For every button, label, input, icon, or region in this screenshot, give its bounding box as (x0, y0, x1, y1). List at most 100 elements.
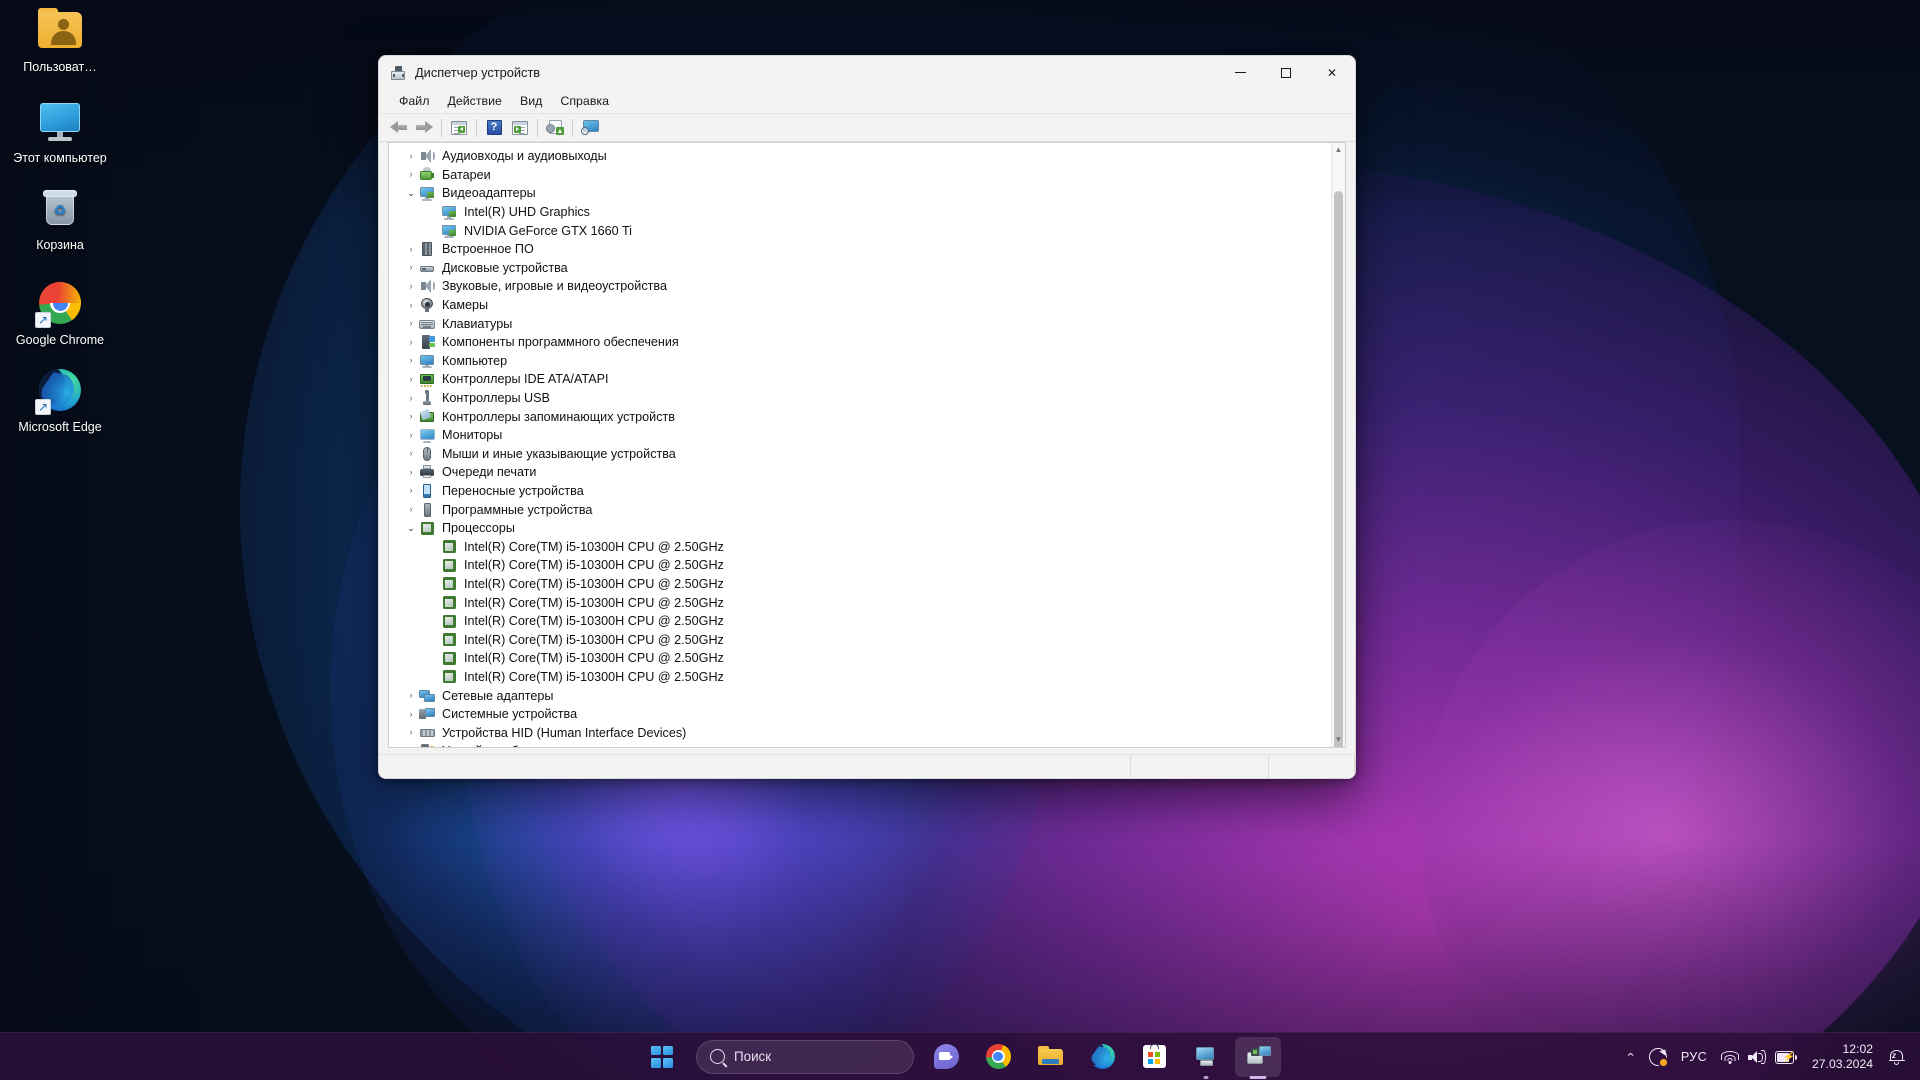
tree-node[interactable]: Intel(R) Core(TM) i5-10300H CPU @ 2.50GH… (389, 630, 1331, 649)
tree-node[interactable]: › Мониторы (389, 426, 1331, 445)
chevron-right-icon[interactable]: › (403, 374, 419, 384)
device-manager-window[interactable]: Диспетчер устройств ✕ Файл Действие Вид … (378, 55, 1356, 779)
menu-help[interactable]: Справка (551, 91, 618, 111)
taskbar-item-chrome[interactable] (975, 1037, 1021, 1077)
chevron-right-icon[interactable]: › (403, 467, 419, 477)
chevron-right-icon[interactable]: › (403, 505, 419, 514)
menu-view[interactable]: Вид (511, 91, 551, 111)
tree-node[interactable]: › Клавиатуры (389, 314, 1331, 333)
taskbar-item-control-panel[interactable] (1183, 1037, 1229, 1077)
chevron-right-icon[interactable]: › (403, 728, 419, 737)
taskbar-item-file-explorer[interactable] (1027, 1037, 1073, 1077)
tree-node[interactable]: Intel(R) Core(TM) i5-10300H CPU @ 2.50GH… (389, 612, 1331, 631)
tree-node[interactable]: Intel(R) Core(TM) i5-10300H CPU @ 2.50GH… (389, 556, 1331, 575)
chevron-right-icon[interactable]: › (403, 430, 419, 440)
tree-node[interactable]: NVIDIA GeForce GTX 1660 Ti (389, 221, 1331, 240)
taskbar-center-group: Поиск (636, 1033, 1284, 1080)
tree-node[interactable]: › Переносные устройства (389, 482, 1331, 501)
tree-node[interactable]: ›Устройства безопасности (389, 742, 1331, 747)
help-button[interactable]: ? (481, 116, 507, 140)
tree-node[interactable]: › Сетевые адаптеры (389, 686, 1331, 705)
show-hidden-button[interactable] (507, 116, 533, 140)
tree-node[interactable]: › Устройства HID (Human Interface Devices… (389, 723, 1331, 742)
tree-node[interactable]: ⌄ Процессоры (389, 519, 1331, 538)
back-button[interactable] (385, 116, 411, 140)
chevron-right-icon[interactable]: › (403, 393, 419, 403)
desktop-icon-microsoft-edge[interactable]: ↗ Microsoft Edge (12, 366, 108, 435)
chevron-right-icon[interactable]: › (403, 244, 419, 254)
tree-node[interactable]: › Контроллеры IDE ATA/ATAPI (389, 370, 1331, 389)
desktop[interactable]: Пользоват… Этот компьютер ♻ Корзина ↗ Go… (0, 0, 1920, 1080)
tree-node[interactable]: › Мыши и иные указывающие устройства (389, 445, 1331, 464)
tree-node[interactable]: › Системные устройства (389, 705, 1331, 724)
tree-node[interactable]: ⌄ Видеоадаптеры (389, 184, 1331, 203)
tree-node[interactable]: › Батареи (389, 166, 1331, 185)
tree-node[interactable]: Intel(R) UHD Graphics (389, 203, 1331, 222)
tree-node[interactable]: Intel(R) Core(TM) i5-10300H CPU @ 2.50GH… (389, 593, 1331, 612)
tree-node[interactable]: Intel(R) Core(TM) i5-10300H CPU @ 2.50GH… (389, 537, 1331, 556)
maximize-button[interactable] (1263, 56, 1309, 89)
tree-node[interactable]: › Звуковые, игровые и видеоустройства (389, 277, 1331, 296)
taskbar-search-box[interactable]: Поиск (696, 1039, 914, 1074)
window-titlebar[interactable]: Диспетчер устройств ✕ (379, 56, 1355, 89)
minimize-button[interactable] (1217, 56, 1263, 89)
tree-node[interactable]: › Аудиовходы и аудиовыходы (389, 147, 1331, 166)
taskbar-item-device-manager[interactable] (1235, 1036, 1281, 1077)
scroll-up-icon[interactable]: ▲ (1332, 143, 1345, 157)
chevron-right-icon[interactable]: › (403, 151, 419, 161)
tree-node[interactable]: › Встроенное ПО (389, 240, 1331, 259)
start-button[interactable] (639, 1037, 685, 1077)
taskbar-item-chat[interactable] (923, 1037, 969, 1077)
menu-action[interactable]: Действие (438, 91, 510, 111)
chevron-right-icon[interactable]: › (403, 263, 419, 272)
tree-node[interactable]: › Компоненты программного обеспечения (389, 333, 1331, 352)
chevron-right-icon[interactable]: › (403, 709, 419, 719)
desktop-icon-user-folder[interactable]: Пользоват… (12, 6, 108, 75)
chevron-right-icon[interactable]: › (403, 449, 419, 458)
menu-file[interactable]: Файл (390, 91, 438, 111)
tray-notifications-button[interactable]: z (1881, 1040, 1912, 1074)
tray-windows-update[interactable] (1642, 1040, 1674, 1074)
chevron-right-icon[interactable]: › (403, 170, 419, 179)
chevron-right-icon[interactable]: › (403, 691, 419, 700)
properties-button[interactable] (446, 116, 472, 140)
tray-language-indicator[interactable]: РУС (1674, 1040, 1714, 1074)
tree-node[interactable]: Intel(R) Core(TM) i5-10300H CPU @ 2.50GH… (389, 575, 1331, 594)
chevron-right-icon[interactable]: › (403, 412, 419, 421)
taskbar-item-edge[interactable] (1079, 1037, 1125, 1077)
display-button[interactable] (577, 116, 603, 140)
tree-vertical-scrollbar[interactable]: ▲ ▼ (1331, 143, 1345, 747)
desktop-icon-recycle-bin[interactable]: ♻ Корзина (12, 184, 108, 253)
tree-node[interactable]: › Дисковые устройства (389, 259, 1331, 278)
tree-node[interactable]: › Компьютер (389, 352, 1331, 371)
tree-node[interactable]: Intel(R) Core(TM) i5-10300H CPU @ 2.50GH… (389, 668, 1331, 687)
scroll-down-icon[interactable]: ▼ (1332, 733, 1345, 747)
desktop-icon-this-pc[interactable]: Этот компьютер (12, 97, 108, 166)
desktop-icon-google-chrome[interactable]: ↗ Google Chrome (12, 279, 108, 348)
forward-button[interactable] (411, 116, 437, 140)
chevron-down-icon[interactable]: ⌄ (403, 188, 419, 198)
tray-quick-settings[interactable]: ⚡ (1714, 1040, 1804, 1074)
chevron-down-icon[interactable]: ⌄ (403, 523, 419, 533)
chevron-right-icon[interactable]: › (403, 356, 419, 365)
chevron-right-icon[interactable]: › (403, 281, 419, 291)
close-button[interactable]: ✕ (1309, 56, 1355, 89)
tree-node[interactable]: Intel(R) Core(TM) i5-10300H CPU @ 2.50GH… (389, 649, 1331, 668)
scrollbar-thumb[interactable] (1334, 191, 1343, 747)
chevron-right-icon[interactable]: › (403, 337, 419, 347)
tray-overflow-button[interactable]: ⌃ (1619, 1040, 1642, 1074)
chevron-right-icon[interactable]: › (403, 300, 419, 310)
chevron-right-icon[interactable]: › (403, 319, 419, 328)
tray-clock[interactable]: 12:02 27.03.2024 (1804, 1037, 1881, 1077)
taskbar[interactable]: Поиск ⌃ РУС ⚡ 12:02 27.03.2024 z (0, 1032, 1920, 1080)
tree-node[interactable]: › Камеры (389, 296, 1331, 315)
device-tree[interactable]: › Аудиовходы и аудиовыходы › Батареи ⌄ Видеоа… (389, 143, 1331, 747)
device-tree-panel[interactable]: › Аудиовходы и аудиовыходы › Батареи ⌄ Видеоа… (388, 142, 1346, 748)
scan-hardware-button[interactable] (542, 116, 568, 140)
tree-node[interactable]: › Контроллеры запоминающих устройств (389, 407, 1331, 426)
tree-node[interactable]: › Контроллеры USB (389, 389, 1331, 408)
tree-node[interactable]: › Программные устройства (389, 500, 1331, 519)
tree-node[interactable]: › Очереди печати (389, 463, 1331, 482)
chevron-right-icon[interactable]: › (403, 486, 419, 495)
taskbar-item-microsoft-store[interactable] (1131, 1037, 1177, 1077)
